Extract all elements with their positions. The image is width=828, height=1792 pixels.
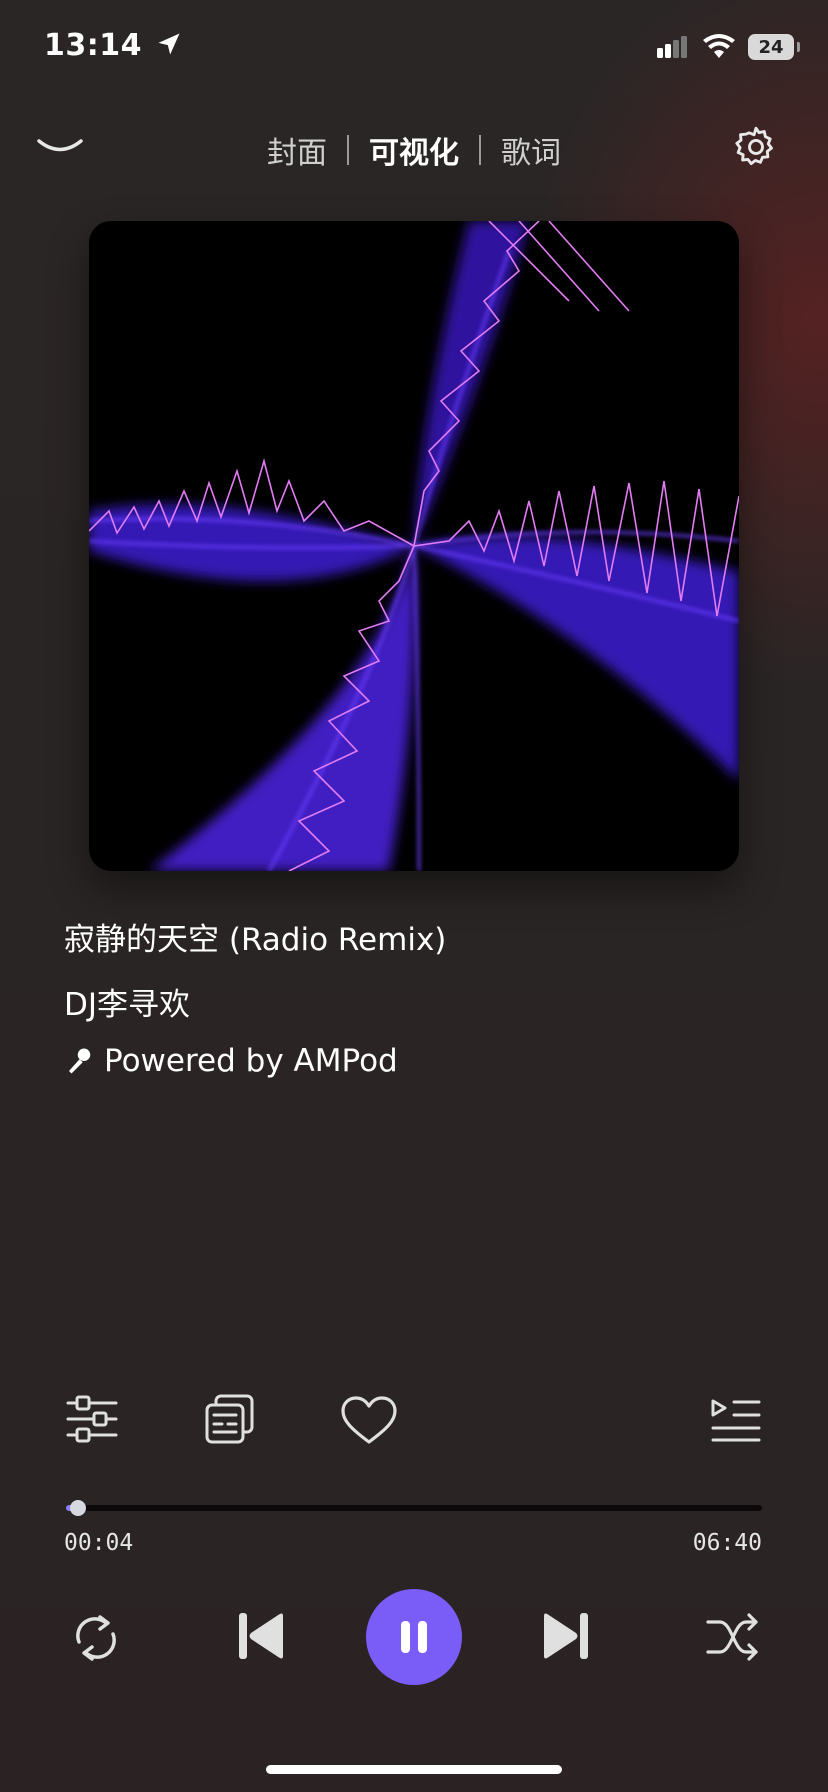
repeat-icon[interactable] xyxy=(70,1612,122,1664)
battery-indicator: 24 xyxy=(748,34,800,60)
visualizer-graphic xyxy=(89,221,739,871)
heart-icon[interactable] xyxy=(340,1396,398,1446)
progress-bar[interactable] xyxy=(66,1500,762,1516)
tab-visualizer[interactable]: 可视化 xyxy=(349,128,479,172)
cards-icon[interactable] xyxy=(204,1393,256,1445)
location-arrow-icon xyxy=(158,33,180,55)
next-icon[interactable] xyxy=(539,1610,591,1662)
home-indicator[interactable] xyxy=(266,1765,562,1774)
song-title: 寂静的天空 (Radio Remix) xyxy=(64,922,447,958)
status-bar-indicators: 24 xyxy=(656,34,800,60)
microphone-icon xyxy=(69,1048,91,1074)
shuffle-icon[interactable] xyxy=(706,1612,760,1662)
source-label: Powered by AMPod xyxy=(64,1043,398,1079)
equalizer-icon[interactable] xyxy=(66,1395,118,1443)
artist-name[interactable]: DJ李寻欢 xyxy=(64,979,190,1024)
tab-cover[interactable]: 封面 xyxy=(247,128,347,172)
cellular-signal-icon xyxy=(657,36,687,58)
pause-button[interactable] xyxy=(366,1589,462,1685)
queue-icon[interactable] xyxy=(710,1398,762,1442)
source-text: Powered by AMPod xyxy=(104,1043,398,1079)
elapsed-time: 00:04 xyxy=(64,1530,134,1556)
battery-level: 24 xyxy=(758,36,784,58)
status-bar-time: 13:14 xyxy=(44,28,183,63)
total-duration: 06:40 xyxy=(692,1530,762,1556)
visualizer-artwork[interactable] xyxy=(89,221,739,871)
pause-icon xyxy=(401,1621,427,1653)
previous-icon[interactable] xyxy=(236,1610,288,1662)
tab-lyrics[interactable]: 歌词 xyxy=(481,128,581,172)
gear-icon[interactable] xyxy=(733,124,779,170)
view-tabs: 封面 可视化 歌词 xyxy=(0,128,828,172)
wifi-icon xyxy=(703,34,735,58)
progress-handle[interactable] xyxy=(69,1500,86,1516)
